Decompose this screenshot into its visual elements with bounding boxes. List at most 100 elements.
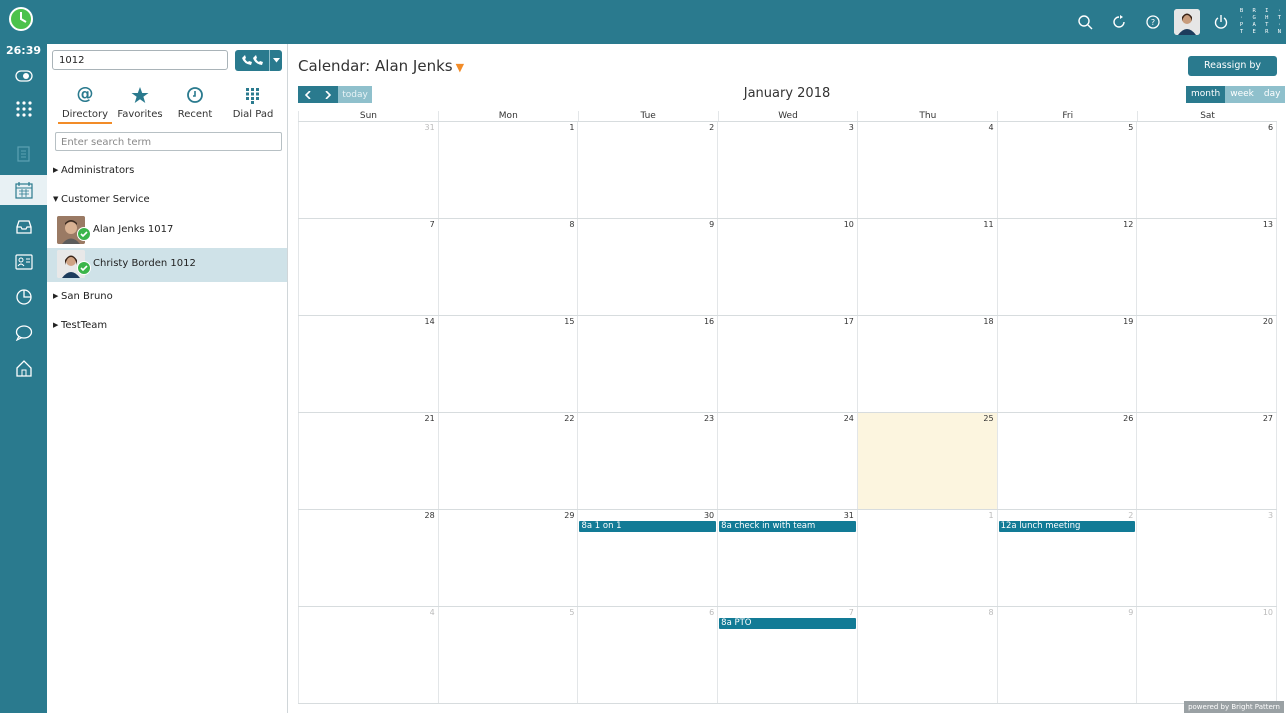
day-cell[interactable]: 17: [717, 316, 857, 412]
day-cell[interactable]: 3: [1136, 510, 1278, 606]
day-cell[interactable]: 16: [577, 316, 717, 412]
tab-recent-label: Recent: [177, 109, 213, 120]
refresh-icon[interactable]: [1102, 0, 1136, 44]
group-administrators[interactable]: ▶ Administrators: [53, 165, 134, 176]
day-cell[interactable]: 15: [437, 316, 578, 412]
day-cell[interactable]: 19: [996, 316, 1137, 412]
day-cell[interactable]: 9: [996, 607, 1137, 703]
contacts-card-icon[interactable]: [0, 247, 47, 277]
day-cell[interactable]: 5: [996, 122, 1137, 218]
calendar-event[interactable]: 8a check in with team: [719, 521, 856, 532]
day-number: 19: [1123, 317, 1134, 326]
day-cell[interactable]: 26: [996, 413, 1137, 509]
calendar-view: Calendar: Alan Jenks▼ Reassign by range.…: [288, 44, 1286, 713]
search-icon[interactable]: [1068, 0, 1102, 44]
day-cell[interactable]: 13: [1136, 219, 1278, 315]
day-cell[interactable]: 29: [437, 510, 578, 606]
dow-thu: Thu: [857, 111, 997, 121]
group-customer-service[interactable]: ▼ Customer Service: [53, 194, 150, 205]
calendar-event[interactable]: 8a PTO: [719, 618, 856, 629]
day-cell[interactable]: 24: [717, 413, 857, 509]
view-month-button[interactable]: month: [1186, 86, 1226, 103]
calendar-icon[interactable]: [0, 175, 47, 205]
day-cell[interactable]: 8: [437, 219, 578, 315]
day-cell[interactable]: 5: [437, 607, 578, 703]
day-cell[interactable]: 1: [856, 510, 997, 606]
day-cell[interactable]: 31 8a check in with team: [717, 510, 857, 606]
day-cell[interactable]: 11: [856, 219, 997, 315]
tab-dial-pad[interactable]: Dial Pad: [223, 80, 283, 124]
inbox-icon[interactable]: [0, 212, 47, 242]
clock-icon[interactable]: [8, 6, 34, 32]
day-cell[interactable]: 2: [577, 122, 717, 218]
dow-tue: Tue: [577, 111, 718, 121]
view-switcher: month week day: [1186, 86, 1286, 103]
day-cell[interactable]: 12: [996, 219, 1137, 315]
tab-directory-label: Directory: [57, 109, 113, 124]
day-cell[interactable]: 14: [298, 316, 438, 412]
tab-favorites[interactable]: Favorites: [110, 80, 170, 124]
power-icon[interactable]: [1204, 0, 1238, 44]
tab-recent[interactable]: Recent: [165, 80, 225, 124]
reports-pie-icon[interactable]: [0, 282, 47, 312]
directory-tabs: @ Directory Favorites Recent Dial Pad: [47, 80, 287, 124]
day-cell[interactable]: 23: [577, 413, 717, 509]
tab-directory[interactable]: @ Directory: [55, 80, 115, 124]
help-icon[interactable]: ?: [1136, 0, 1170, 44]
caret-right-icon: ▶: [53, 166, 59, 174]
group-testteam[interactable]: ▶ TestTeam: [53, 320, 107, 331]
day-cell[interactable]: 6: [577, 607, 717, 703]
day-cell[interactable]: 9: [577, 219, 717, 315]
day-number: 9: [709, 220, 715, 229]
day-cell[interactable]: 21: [298, 413, 438, 509]
day-cell[interactable]: 20: [1136, 316, 1278, 412]
day-cell[interactable]: 8: [856, 607, 997, 703]
day-cell[interactable]: 10: [1136, 607, 1278, 703]
directory-search-input[interactable]: Enter search term: [55, 132, 282, 151]
day-cell[interactable]: 18: [856, 316, 997, 412]
view-week-button[interactable]: week: [1225, 86, 1259, 103]
group-san-bruno[interactable]: ▶ San Bruno: [53, 291, 113, 302]
home-icon[interactable]: [0, 353, 47, 383]
day-cell[interactable]: 1: [437, 122, 578, 218]
day-cell[interactable]: 22: [437, 413, 578, 509]
week-row: 21 22 23 24 25 26 27: [298, 413, 1278, 510]
chevron-down-icon[interactable]: [269, 50, 282, 71]
contact-christy-borden[interactable]: Christy Borden 1012: [47, 248, 287, 282]
call-button[interactable]: [235, 50, 282, 71]
day-number: 16: [703, 317, 715, 326]
apps-grid-icon[interactable]: [0, 94, 47, 124]
week-row: 28 29 30 8a 1 on 1 31 8a check in with team 1 2…: [298, 510, 1278, 607]
user-avatar[interactable]: [1170, 0, 1204, 44]
day-cell[interactable]: 27: [1136, 413, 1278, 509]
day-cell[interactable]: 4: [298, 607, 438, 703]
day-cell[interactable]: 10: [717, 219, 857, 315]
number-input[interactable]: 1012: [52, 50, 228, 70]
caret-down-icon: ▼: [53, 195, 59, 203]
day-cell[interactable]: 31: [298, 122, 438, 218]
view-day-button[interactable]: day: [1258, 86, 1286, 103]
toggle-icon[interactable]: [0, 61, 47, 91]
document-icon[interactable]: [0, 139, 47, 169]
day-cell[interactable]: 4: [856, 122, 997, 218]
contact-alan-jenks[interactable]: Alan Jenks 1017: [47, 214, 287, 248]
day-cell[interactable]: 6: [1136, 122, 1278, 218]
calendar-title[interactable]: Calendar: Alan Jenks ▼: [298, 57, 464, 75]
chat-bubble-icon[interactable]: [0, 317, 47, 347]
calendar-event[interactable]: 12a lunch meeting: [998, 521, 1136, 532]
calendar-event[interactable]: 8a 1 on 1: [579, 521, 717, 532]
day-cell[interactable]: 3: [717, 122, 857, 218]
day-cell[interactable]: 30 8a 1 on 1: [577, 510, 717, 606]
day-cell[interactable]: 7 8a PTO: [717, 607, 857, 703]
day-number: 8: [569, 220, 575, 229]
call-icon[interactable]: [235, 50, 269, 71]
day-number: 31: [424, 123, 435, 132]
day-cell-today[interactable]: 25: [856, 413, 997, 509]
reassign-by-range-button[interactable]: Reassign by range...: [1188, 56, 1277, 91]
day-cell[interactable]: 28: [298, 510, 438, 606]
day-number: 20: [1262, 317, 1274, 326]
chevron-down-icon[interactable]: ▼: [456, 61, 464, 74]
day-number: 26: [1123, 414, 1134, 423]
day-cell[interactable]: 7: [298, 219, 438, 315]
day-cell[interactable]: 2 12a lunch meeting: [996, 510, 1137, 606]
